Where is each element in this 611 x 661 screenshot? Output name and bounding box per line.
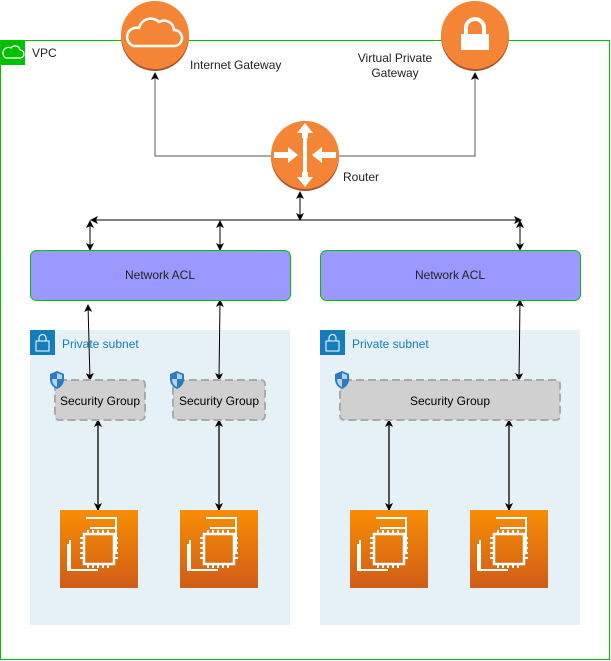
vpc-badge [0, 40, 25, 65]
router-to-igw-line [151, 72, 272, 157]
diagram-shapes [0, 1, 610, 660]
ec2-instance-4[interactable] [470, 510, 548, 588]
router-to-vgw-line [338, 72, 479, 157]
diagram-canvas: VPC Internet Gateway Virtual Private Gat… [0, 0, 611, 661]
network-acl-label: Network ACL [124, 268, 196, 282]
subnet-label: Private subnet [352, 337, 429, 351]
vpc-label: VPC [32, 46, 57, 60]
security-group-label: Security Group [59, 394, 141, 408]
ec2-instance-3[interactable] [350, 510, 428, 588]
subnet-label: Private subnet [62, 337, 139, 351]
internet-gateway[interactable] [121, 1, 189, 71]
virtual-private-gateway[interactable] [441, 1, 509, 71]
security-group-label: Security Group [178, 394, 260, 408]
internet-gateway-label: Internet Gateway [190, 58, 282, 72]
subnet-lock-icon [320, 330, 345, 355]
vgw-label: Virtual Private Gateway [357, 51, 433, 80]
ec2-instance-2[interactable] [180, 510, 258, 588]
security-group-label: Security Group [409, 394, 491, 408]
router[interactable] [271, 121, 339, 191]
network-acl-label: Network ACL [414, 268, 486, 282]
subnet-lock-icon [30, 330, 55, 355]
ec2-instance-1[interactable] [60, 510, 138, 588]
router-label: Router [343, 170, 380, 184]
